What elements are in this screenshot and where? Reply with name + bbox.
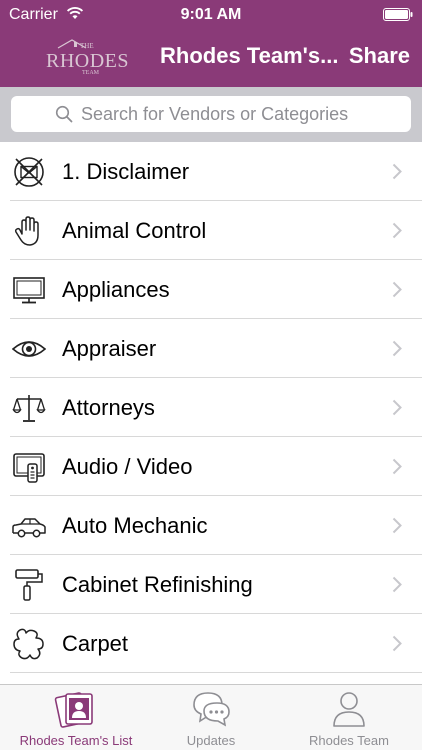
list-item-label: Appliances (62, 277, 170, 302)
list-item-carpet[interactable]: Carpet (0, 614, 422, 673)
battery-icon (383, 8, 413, 21)
share-button[interactable]: Share (349, 43, 410, 69)
search-icon (55, 105, 73, 123)
tab-label: Updates (186, 733, 236, 748)
tab-rhodes-team[interactable]: Rhodes Team (288, 685, 410, 750)
navigation-bar: THE RHODES TEAM Rhodes Team's... Share (0, 30, 422, 87)
list-item-label: Carpet (62, 631, 129, 656)
list-item-label: Appraiser (62, 336, 157, 361)
list-item-label: Attorneys (62, 395, 155, 420)
list-item-animal-control[interactable]: Animal Control (0, 201, 422, 260)
list-item-label: Audio / Video (62, 454, 193, 479)
tab-label: Rhodes Team (309, 733, 389, 748)
svg-text:TEAM: TEAM (82, 70, 100, 76)
list-item-disclaimer[interactable]: 1. Disclaimer (0, 142, 422, 201)
hand-icon (14, 216, 39, 246)
chevron-right-icon (392, 576, 402, 593)
list-item-audio-video[interactable]: Audio / Video (0, 437, 422, 496)
list-item-label: 1. Disclaimer (62, 159, 190, 184)
search-field[interactable] (11, 96, 411, 132)
scales-icon (12, 395, 46, 422)
nav-title: Rhodes Team's... (160, 43, 339, 68)
chevron-right-icon (392, 399, 402, 416)
tv-remote-icon (13, 453, 45, 483)
vendor-category-list: 1. Disclaimer Animal Control Appliances … (0, 142, 422, 684)
person-icon (333, 692, 365, 727)
list-item-cabinet-refinishing[interactable]: Cabinet Refinishing (0, 555, 422, 614)
search-input[interactable] (81, 96, 401, 132)
eye-icon (12, 341, 46, 357)
chevron-right-icon (392, 163, 402, 180)
tab-bar: Rhodes Team's List Updates Rhodes Team (0, 684, 422, 750)
chevron-right-icon (392, 281, 402, 298)
chevron-right-icon (392, 635, 402, 652)
row-separator (10, 672, 422, 673)
car-icon (12, 518, 46, 538)
app-header: Carrier 9:01 AM THE RHODES TEAM Rhodes T… (0, 0, 422, 87)
tab-label: Rhodes Team's List (19, 733, 133, 748)
no-mail-icon (14, 157, 44, 187)
list-item-appraiser[interactable]: Appraiser (0, 319, 422, 378)
list-item-label: Auto Mechanic (62, 513, 208, 538)
svg-text:THE: THE (80, 42, 94, 50)
paint-roller-icon (15, 569, 43, 601)
tab-rhodes-teams-list[interactable]: Rhodes Team's List (0, 685, 152, 750)
tab-updates[interactable]: Updates (150, 685, 272, 750)
list-item-auto-mechanic[interactable]: Auto Mechanic (0, 496, 422, 555)
contact-cards-icon (54, 692, 93, 728)
search-bar (0, 87, 422, 142)
chevron-right-icon (392, 340, 402, 357)
list-item-attorneys[interactable]: Attorneys (0, 378, 422, 437)
list-item-label: Animal Control (62, 218, 207, 243)
svg-text:RHODES: RHODES (46, 50, 129, 72)
status-bar: Carrier 9:01 AM (0, 0, 422, 30)
rhodes-team-logo: THE RHODES TEAM (46, 39, 129, 76)
chat-bubbles-icon (193, 692, 230, 727)
monitor-icon (13, 277, 45, 304)
list-item-appliances[interactable]: Appliances (0, 260, 422, 319)
status-time: 9:01 AM (180, 6, 242, 23)
chevron-right-icon (392, 517, 402, 534)
carpet-icon (13, 628, 44, 660)
list-item-label: Cabinet Refinishing (62, 572, 253, 597)
chevron-right-icon (392, 222, 402, 239)
chevron-right-icon (392, 458, 402, 475)
